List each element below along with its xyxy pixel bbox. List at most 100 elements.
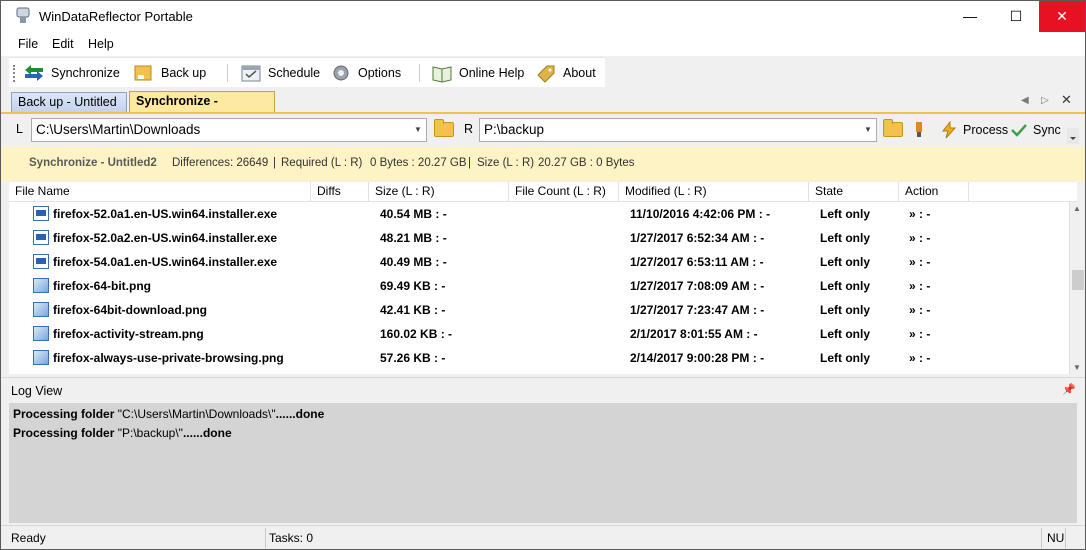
maximize-button[interactable]: ☐: [993, 1, 1039, 32]
summary-differences: Differences: 26649: [172, 157, 269, 169]
file-name: firefox-64bit-download.png: [53, 303, 207, 317]
image-file-icon: [33, 302, 49, 317]
file-modified: 1/27/2017 6:53:11 AM : -: [630, 255, 764, 269]
menu-edit[interactable]: Edit: [52, 37, 74, 51]
app-icon: [16, 7, 30, 23]
column-file-name[interactable]: File Name: [9, 182, 311, 202]
sync-label: Sync: [1033, 123, 1061, 137]
left-path-dropdown-icon[interactable]: ▼: [410, 119, 426, 141]
file-name: firefox-54.0a1.en-US.win64.installer.exe: [53, 255, 278, 269]
scrollbar-thumb[interactable]: [1072, 270, 1084, 290]
log-path: "C:\Users\Martin\Downloads\": [117, 407, 276, 421]
options-button[interactable]: Options: [330, 58, 401, 88]
scroll-down-icon[interactable]: ▼: [1073, 363, 1081, 372]
column-size[interactable]: Size (L : R): [369, 182, 509, 202]
table-row[interactable]: firefox-activity-stream.png 160.02 KB : …: [9, 322, 1061, 346]
file-state: Left only: [820, 327, 870, 341]
file-action[interactable]: » : -: [909, 351, 930, 365]
table-row[interactable]: firefox-54.0a1.en-US.win64.installer.exe…: [9, 250, 1061, 274]
file-action[interactable]: » : -: [909, 303, 930, 317]
file-name: firefox-64-bit.png: [53, 279, 151, 293]
schedule-button[interactable]: Schedule: [240, 58, 320, 88]
table-row[interactable]: firefox-52.0a1.en-US.win64.installer.exe…: [9, 202, 1061, 226]
right-path-input[interactable]: P:\backup ▼: [479, 118, 877, 142]
process-button[interactable]: Process: [941, 115, 1008, 145]
synchronize-button[interactable]: Synchronize: [23, 58, 120, 88]
summary-bar: Synchronize - Untitled2 Differences: 266…: [1, 147, 1085, 181]
tab-close-icon[interactable]: ✕: [1061, 92, 1072, 108]
file-modified: 1/27/2017 6:52:34 AM : -: [630, 231, 765, 245]
table-row[interactable]: firefox-always-use-private-browsing.png …: [9, 346, 1061, 370]
file-action[interactable]: » : -: [909, 279, 930, 293]
toolbar-separator: [227, 64, 228, 82]
table-row[interactable]: firefox-64-bit.png 69.49 KB : - 1/27/201…: [9, 274, 1061, 298]
marker-icon[interactable]: [913, 121, 925, 139]
path-bar: L C:\Users\Martin\Downloads ▼ R P:\backu…: [1, 114, 1085, 146]
sync-button[interactable]: Sync: [1011, 115, 1061, 145]
file-state: Left only: [820, 231, 870, 245]
right-path-label: R: [464, 122, 474, 136]
online-help-label: Online Help: [459, 66, 525, 80]
file-size: 160.02 KB : -: [380, 327, 453, 341]
tab-scroll-right-icon[interactable]: ▷: [1041, 95, 1049, 106]
file-action[interactable]: » : -: [909, 255, 930, 269]
toolbar: Synchronize Back up Schedule Options Onl…: [9, 57, 605, 87]
tab-backup-untitled[interactable]: Back up - Untitled: [11, 92, 127, 113]
table-scrollbar[interactable]: ▲ ▼: [1069, 202, 1085, 374]
tab-synchronize-untitled2[interactable]: Synchronize - Untitled2: [129, 91, 275, 127]
column-modified[interactable]: Modified (L : R): [619, 182, 809, 202]
book-icon: [432, 66, 452, 83]
options-label: Options: [358, 66, 402, 80]
file-size: 42.41 KB : -: [380, 303, 446, 317]
file-name: firefox-activity-stream.png: [53, 327, 204, 341]
menu-file[interactable]: File: [18, 37, 38, 51]
online-help-button[interactable]: Online Help: [431, 58, 524, 88]
image-file-icon: [33, 350, 49, 365]
close-button[interactable]: ✕: [1039, 1, 1085, 32]
right-folder-icon[interactable]: [883, 119, 903, 137]
file-modified: 11/10/2016 4:42:06 PM : -: [630, 207, 771, 221]
file-name: firefox-52.0a2.en-US.win64.installer.exe: [53, 231, 278, 245]
file-action[interactable]: » : -: [909, 207, 930, 221]
right-path-dropdown-icon[interactable]: ▼: [860, 119, 876, 141]
overflow-icon[interactable]: [1067, 128, 1079, 144]
file-action[interactable]: » : -: [909, 231, 930, 245]
table-row[interactable]: firefox-52.0a2.en-US.win64.installer.exe…: [9, 226, 1061, 250]
exe-file-icon: [33, 206, 49, 221]
synchronize-label: Synchronize: [51, 66, 120, 80]
gear-icon: [333, 65, 349, 81]
toolbar-grip[interactable]: [13, 65, 15, 82]
about-button[interactable]: About: [535, 58, 596, 88]
column-state[interactable]: State: [809, 182, 899, 202]
column-action[interactable]: Action: [899, 182, 969, 202]
column-file-count[interactable]: File Count (L : R): [509, 182, 619, 202]
table-row[interactable]: firefox-64bit-download.png 42.41 KB : - …: [9, 298, 1061, 322]
file-action[interactable]: » : -: [909, 327, 930, 341]
tab-scroll-left-icon[interactable]: ◀: [1021, 95, 1029, 106]
file-modified: 1/27/2017 7:23:47 AM : -: [630, 303, 765, 317]
summary-size-label: Size (L : R): [477, 157, 535, 169]
scroll-up-icon[interactable]: ▲: [1073, 204, 1081, 213]
left-folder-icon[interactable]: [434, 119, 454, 137]
minimize-button[interactable]: —: [947, 1, 993, 32]
right-path-value: P:\backup: [484, 122, 545, 137]
log-view-title: Log View: [11, 384, 63, 398]
pin-icon[interactable]: 📌: [1062, 383, 1076, 396]
lightning-icon: [941, 121, 957, 139]
column-diffs[interactable]: Diffs: [311, 182, 369, 202]
file-state: Left only: [820, 279, 870, 293]
file-state: Left only: [820, 207, 870, 221]
file-name: firefox-always-use-private-browsing.png: [53, 351, 284, 365]
file-size: 57.26 KB : -: [380, 351, 446, 365]
backup-button[interactable]: Back up: [133, 58, 206, 88]
left-path-input[interactable]: C:\Users\Martin\Downloads ▼: [31, 118, 427, 142]
exe-file-icon: [33, 230, 49, 245]
file-modified: 2/14/2017 9:00:28 PM : -: [630, 351, 765, 365]
summary-required-value: 0 Bytes : 20.27 GB: [370, 157, 467, 169]
log-prefix: Processing folder: [13, 426, 115, 440]
log-suffix: ......done: [182, 426, 232, 440]
file-name: firefox-52.0a1.en-US.win64.installer.exe: [53, 207, 278, 221]
menu-help[interactable]: Help: [88, 37, 114, 51]
table-header: File Name Diffs Size (L : R) File Count …: [9, 182, 1077, 202]
summary-size-value: 20.27 GB : 0 Bytes: [538, 157, 635, 169]
